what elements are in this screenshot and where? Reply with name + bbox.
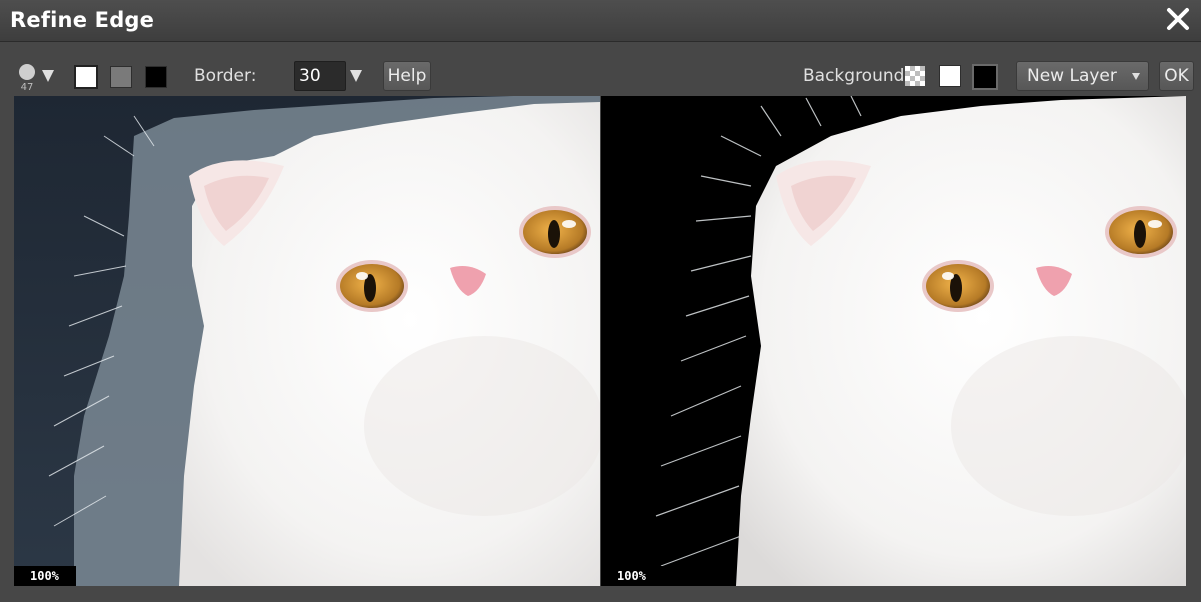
kitten-mask-preview xyxy=(14,96,600,586)
white-brush-swatch[interactable] xyxy=(74,65,98,89)
output-layer-select[interactable]: New Layer xyxy=(1016,61,1149,91)
title-bar: Refine Edge xyxy=(0,0,1201,42)
chevron-down-icon xyxy=(1132,73,1140,80)
dialog-bottom-edge xyxy=(0,586,1201,602)
right-zoom-indicator: 100% xyxy=(601,566,663,586)
output-layer-value: New Layer xyxy=(1027,66,1117,86)
brush-icon xyxy=(19,64,35,80)
ok-button[interactable]: OK xyxy=(1159,61,1194,91)
left-preview-panel[interactable]: 100% xyxy=(14,96,600,586)
gray-brush-swatch[interactable] xyxy=(110,66,132,88)
transparent-background-swatch[interactable] xyxy=(905,66,925,86)
border-label: Border: xyxy=(194,66,257,86)
background-label: Background: xyxy=(803,66,911,86)
help-button[interactable]: Help xyxy=(383,61,431,91)
black-background-swatch[interactable] xyxy=(972,64,998,90)
dialog-title: Refine Edge xyxy=(10,8,155,32)
close-icon[interactable] xyxy=(1163,4,1193,34)
brush-size-value: 47 xyxy=(20,82,34,93)
refine-edge-dialog: Refine Edge 47 Border: 30 Help Backgroun… xyxy=(0,0,1201,602)
border-dropdown-arrow-icon[interactable] xyxy=(350,70,362,82)
brush-size-picker[interactable]: 47 xyxy=(18,64,36,94)
black-brush-swatch[interactable] xyxy=(145,66,167,88)
border-input[interactable]: 30 xyxy=(294,61,346,91)
toolbar: 47 Border: 30 Help Background: New Layer… xyxy=(0,56,1201,96)
left-zoom-indicator: 100% xyxy=(14,566,76,586)
brush-dropdown-arrow-icon[interactable] xyxy=(42,70,54,82)
kitten-result-preview xyxy=(601,96,1186,586)
white-background-swatch[interactable] xyxy=(939,65,961,87)
right-preview-panel[interactable]: 100% xyxy=(601,96,1186,586)
